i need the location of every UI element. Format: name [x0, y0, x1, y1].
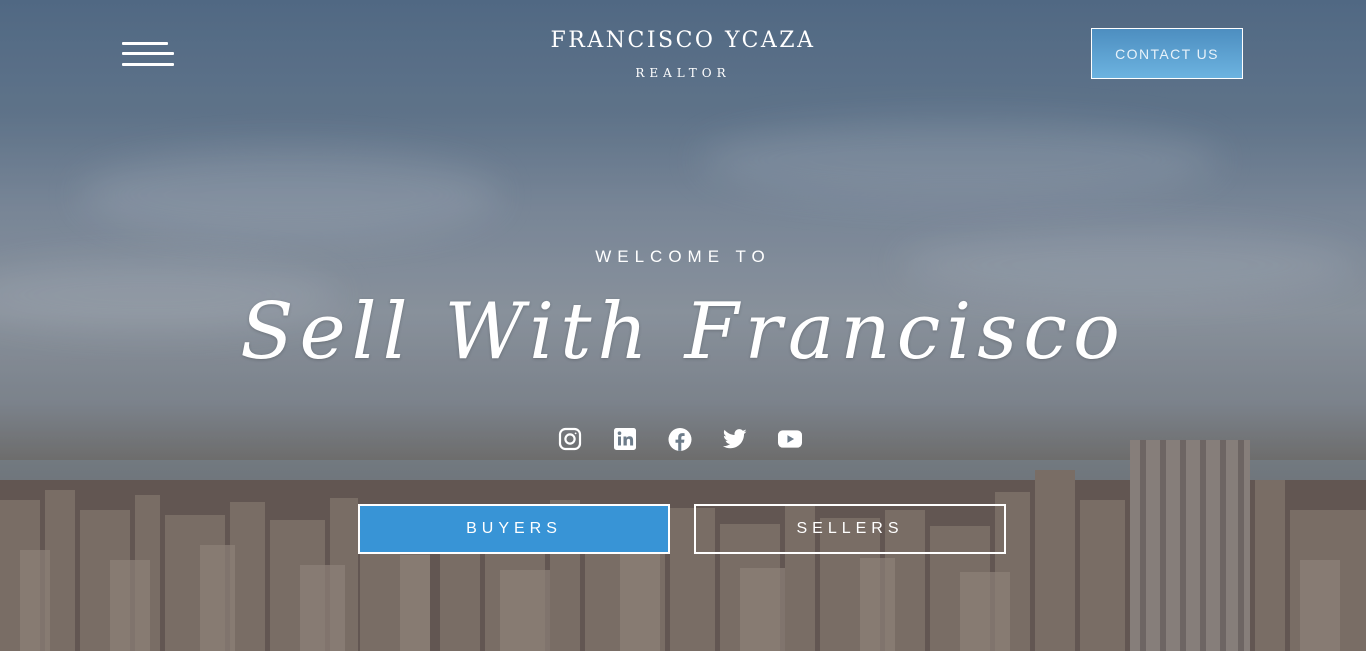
welcome-text: WELCOME TO — [595, 247, 771, 266]
hero-section: FRANCISCO YCAZA REALTOR CONTACT US WELCO… — [0, 0, 1366, 651]
contact-us-button[interactable]: CONTACT US — [1091, 28, 1243, 79]
hamburger-menu-button[interactable] — [122, 40, 174, 70]
facebook-icon[interactable] — [668, 424, 692, 454]
brand-logo[interactable]: FRANCISCO YCAZA REALTOR — [483, 28, 883, 80]
brand-name: FRANCISCO YCAZA — [550, 28, 816, 53]
linkedin-icon[interactable] — [613, 424, 637, 454]
social-links — [558, 424, 802, 454]
menu-line — [122, 63, 174, 66]
hero-headline: Sell With Francisco — [240, 287, 1126, 377]
menu-line — [122, 42, 168, 45]
sellers-button[interactable]: SELLERS — [694, 504, 1006, 554]
menu-line — [122, 52, 174, 55]
twitter-icon[interactable] — [723, 424, 747, 454]
youtube-icon[interactable] — [778, 424, 802, 454]
instagram-icon[interactable] — [558, 424, 582, 454]
brand-subtitle: REALTOR — [635, 66, 731, 80]
buyers-button[interactable]: BUYERS — [358, 504, 670, 554]
